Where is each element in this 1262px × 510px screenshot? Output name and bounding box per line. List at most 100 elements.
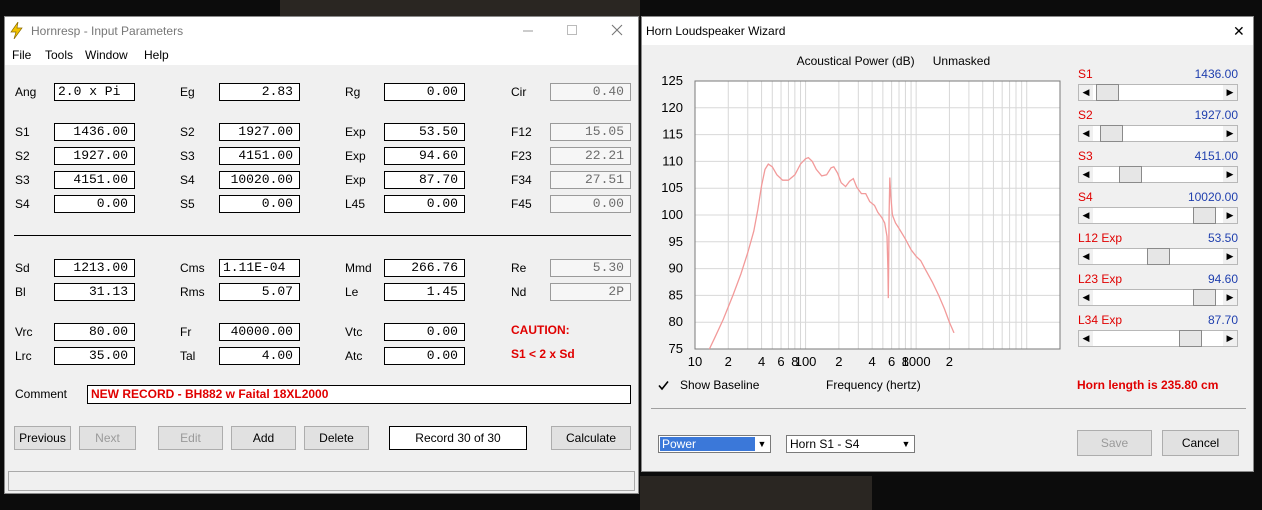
slider-thumb[interactable] (1193, 207, 1216, 224)
minimize-icon[interactable] (518, 21, 538, 39)
parameter-slider[interactable]: ◀ ▶ (1078, 248, 1238, 265)
save-button[interactable]: Save (1077, 430, 1152, 456)
param-field[interactable]: 53.50 (384, 123, 465, 141)
param-field[interactable]: 10020.00 (219, 171, 300, 189)
param-field[interactable]: 4151.00 (54, 171, 135, 189)
scroll-left-icon[interactable]: ◀ (1079, 167, 1093, 182)
param-field[interactable]: 0.00 (384, 195, 465, 213)
parameter-slider[interactable]: ◀ ▶ (1078, 289, 1238, 306)
param-field[interactable]: 35.00 (54, 347, 135, 365)
param-field[interactable]: 40000.00 (219, 323, 300, 341)
param-field[interactable]: 1927.00 (54, 147, 135, 165)
param-label: F12 (511, 125, 532, 139)
desktop-background-bottom (640, 476, 872, 510)
param-field[interactable]: 1436.00 (54, 123, 135, 141)
horn-length-text: Horn length is 235.80 cm (1077, 378, 1219, 392)
param-field[interactable]: 27.51 (550, 171, 631, 189)
slider-thumb[interactable] (1193, 289, 1216, 306)
slider-thumb[interactable] (1179, 330, 1202, 347)
slider-thumb[interactable] (1147, 248, 1170, 265)
slider-thumb[interactable] (1096, 84, 1119, 101)
plot-type-select[interactable]: Power ▼ (658, 435, 771, 453)
calculate-button[interactable]: Calculate (551, 426, 631, 450)
maximize-icon[interactable] (562, 21, 582, 39)
menu-tools[interactable]: Tools (45, 48, 73, 62)
cancel-button[interactable]: Cancel (1162, 430, 1239, 456)
menu-file[interactable]: File (12, 48, 31, 62)
param-field[interactable]: 5.30 (550, 259, 631, 277)
param-field[interactable]: 0.00 (219, 195, 300, 213)
scroll-left-icon[interactable]: ◀ (1079, 249, 1093, 264)
parameter-slider[interactable]: ◀ ▶ (1078, 330, 1238, 347)
param-field[interactable]: 5.07 (219, 283, 300, 301)
param-field[interactable]: 87.70 (384, 171, 465, 189)
param-field[interactable]: 2.83 (219, 83, 300, 101)
y-tick-label: 100 (661, 207, 683, 222)
edit-button[interactable]: Edit (158, 426, 223, 450)
show-baseline-checkbox[interactable] (658, 380, 669, 391)
previous-button[interactable]: Previous (14, 426, 71, 450)
show-baseline-label[interactable]: Show Baseline (680, 378, 759, 392)
parameter-slider[interactable]: ◀ ▶ (1078, 125, 1238, 142)
param-field[interactable]: 266.76 (384, 259, 465, 277)
menu-help[interactable]: Help (144, 48, 169, 62)
scroll-right-icon[interactable]: ▶ (1223, 85, 1237, 100)
menu-window[interactable]: Window (85, 48, 128, 62)
scroll-right-icon[interactable]: ▶ (1223, 331, 1237, 346)
param-field[interactable]: 2P (550, 283, 631, 301)
param-label: Cms (180, 261, 205, 275)
parameter-slider[interactable]: ◀ ▶ (1078, 166, 1238, 183)
scroll-right-icon[interactable]: ▶ (1223, 208, 1237, 223)
param-field[interactable]: 22.21 (550, 147, 631, 165)
horn-segment-select[interactable]: Horn S1 - S4 ▼ (786, 435, 915, 453)
parameter-slider[interactable]: ◀ ▶ (1078, 207, 1238, 224)
close-icon[interactable]: ✕ (1233, 23, 1245, 40)
slider-value: 1436.00 (1194, 67, 1238, 81)
wizard-title-bar[interactable]: Horn Loudspeaker Wizard ✕ (642, 17, 1253, 45)
slider-thumb[interactable] (1119, 166, 1142, 183)
param-field[interactable]: 1.45 (384, 283, 465, 301)
scroll-left-icon[interactable]: ◀ (1079, 85, 1093, 100)
param-label: Lrc (15, 349, 32, 363)
param-field[interactable]: 4151.00 (219, 147, 300, 165)
param-field[interactable]: 0.00 (384, 323, 465, 341)
param-field[interactable]: 0.00 (550, 195, 631, 213)
next-button[interactable]: Next (79, 426, 136, 450)
close-icon[interactable] (607, 21, 627, 39)
slider-label: S3 (1078, 149, 1093, 163)
comment-field[interactable]: NEW RECORD - BH882 w Faital 18XL2000 (87, 385, 631, 404)
param-field[interactable]: 80.00 (54, 323, 135, 341)
slider-value: 1927.00 (1194, 108, 1238, 122)
delete-button[interactable]: Delete (304, 426, 369, 450)
scroll-right-icon[interactable]: ▶ (1223, 167, 1237, 182)
scroll-left-icon[interactable]: ◀ (1079, 331, 1093, 346)
param-label: Exp (345, 149, 366, 163)
param-field[interactable]: 0.00 (54, 195, 135, 213)
param-field[interactable]: 94.60 (384, 147, 465, 165)
param-field[interactable]: 1213.00 (54, 259, 135, 277)
param-field[interactable]: 2.0 x Pi (54, 83, 135, 101)
scroll-left-icon[interactable]: ◀ (1079, 290, 1093, 305)
param-field[interactable]: 0.00 (384, 83, 465, 101)
param-field[interactable]: 4.00 (219, 347, 300, 365)
scroll-right-icon[interactable]: ▶ (1223, 290, 1237, 305)
param-field[interactable]: 0.00 (384, 347, 465, 365)
scroll-left-icon[interactable]: ◀ (1079, 126, 1093, 141)
param-field[interactable]: 0.40 (550, 83, 631, 101)
param-field[interactable]: 1.11E-04 (219, 259, 300, 277)
scroll-left-icon[interactable]: ◀ (1079, 208, 1093, 223)
param-field[interactable]: 31.13 (54, 283, 135, 301)
param-field[interactable]: 1927.00 (219, 123, 300, 141)
add-button[interactable]: Add (231, 426, 296, 450)
param-field[interactable]: 15.05 (550, 123, 631, 141)
scroll-right-icon[interactable]: ▶ (1223, 126, 1237, 141)
param-label: Mmd (345, 261, 372, 275)
frequency-axis-label: Frequency (hertz) (826, 378, 921, 392)
x-tick-label: 100 (795, 354, 817, 369)
comment-label: Comment (15, 387, 68, 401)
parameter-slider[interactable]: ◀ ▶ (1078, 84, 1238, 101)
slider-thumb[interactable] (1100, 125, 1123, 142)
param-label: Vtc (345, 325, 363, 339)
scroll-right-icon[interactable]: ▶ (1223, 249, 1237, 264)
title-bar[interactable]: Hornresp - Input Parameters (5, 17, 638, 45)
